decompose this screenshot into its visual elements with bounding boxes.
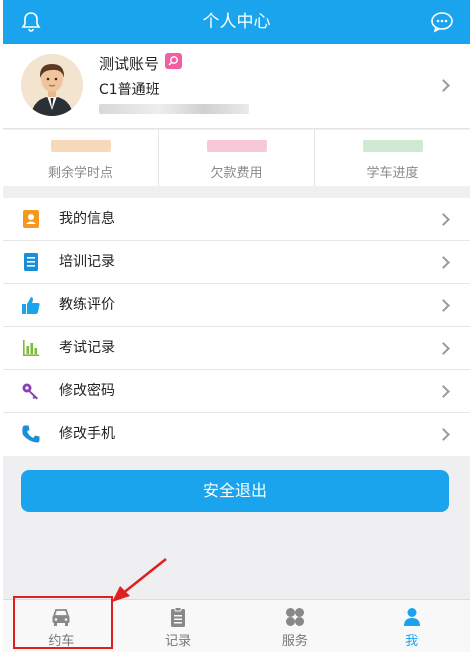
- menu-item-exam-records[interactable]: 考试记录: [3, 327, 470, 370]
- key-icon: [22, 383, 38, 400]
- stats-row: 剩余学时点 欠款费用 学车进度: [3, 130, 470, 186]
- app-frame: 个人中心 测试账号 C1普通班 剩余学时点 欠款费用 学车进度 我的信息 培训记…: [3, 0, 470, 652]
- menu-item-label: 修改密码: [59, 383, 115, 399]
- tab-services[interactable]: 服务: [237, 600, 354, 652]
- tab-label: 我: [405, 634, 419, 649]
- chevron-right-icon: [437, 213, 450, 226]
- menu-item-label: 考试记录: [59, 340, 115, 356]
- stat-progress[interactable]: 学车进度: [315, 130, 470, 186]
- profile-class: C1普通班: [99, 82, 160, 98]
- stat-label: 剩余学时点: [47, 166, 113, 181]
- user-card-icon: [23, 210, 39, 228]
- menu-item-my-info[interactable]: 我的信息: [3, 198, 470, 241]
- person-icon: [403, 608, 420, 626]
- menu-item-change-phone[interactable]: 修改手机: [3, 413, 470, 456]
- tab-label: 记录: [165, 634, 192, 649]
- annotation-arrow-icon: [112, 558, 167, 602]
- menu-item-change-password[interactable]: 修改密码: [3, 370, 470, 413]
- avatar: [21, 54, 83, 116]
- menu-list: 我的信息 培训记录 教练评价 考试记录 修改密码 修改手机: [3, 198, 470, 456]
- menu-item-label: 教练评价: [59, 297, 115, 313]
- stat-arrears[interactable]: 欠款费用: [159, 130, 315, 186]
- clipboard-icon: [171, 607, 186, 627]
- chevron-right-icon: [437, 79, 450, 92]
- profile-card[interactable]: 测试账号 C1普通班: [3, 44, 470, 129]
- menu-item-training-records[interactable]: 培训记录: [3, 241, 470, 284]
- stat-remaining-hours[interactable]: 剩余学时点: [3, 130, 159, 186]
- edit-tag-icon[interactable]: [165, 53, 182, 69]
- blurred-value: [206, 140, 267, 152]
- bar-chart-icon: [23, 340, 39, 356]
- blurred-info: [99, 104, 249, 114]
- annotation-highlight-box: [13, 596, 113, 649]
- logout-button[interactable]: 安全退出: [21, 470, 449, 512]
- thumbs-up-icon: [22, 297, 40, 314]
- document-icon: [24, 253, 38, 271]
- page-title: 个人中心: [202, 12, 271, 32]
- chevron-right-icon: [437, 299, 450, 312]
- menu-item-label: 培训记录: [59, 254, 115, 270]
- menu-item-coach-review[interactable]: 教练评价: [3, 284, 470, 327]
- chevron-right-icon: [437, 256, 450, 269]
- header-bar: 个人中心: [3, 0, 470, 44]
- phone-icon: [22, 425, 40, 443]
- stat-label: 学车进度: [366, 166, 419, 181]
- blurred-value: [362, 140, 423, 152]
- blurred-value: [50, 140, 111, 152]
- tab-records[interactable]: 记录: [120, 600, 237, 652]
- profile-name: 测试账号: [99, 55, 160, 73]
- chevron-right-icon: [437, 342, 450, 355]
- stat-label: 欠款费用: [210, 166, 263, 181]
- menu-item-label: 修改手机: [59, 426, 115, 442]
- chevron-right-icon: [437, 385, 450, 398]
- menu-item-label: 我的信息: [59, 211, 115, 227]
- tab-me[interactable]: 我: [353, 600, 470, 652]
- chevron-right-icon: [437, 428, 450, 441]
- chat-icon[interactable]: [430, 10, 454, 34]
- tab-label: 服务: [281, 634, 308, 649]
- grid-icon: [285, 608, 304, 626]
